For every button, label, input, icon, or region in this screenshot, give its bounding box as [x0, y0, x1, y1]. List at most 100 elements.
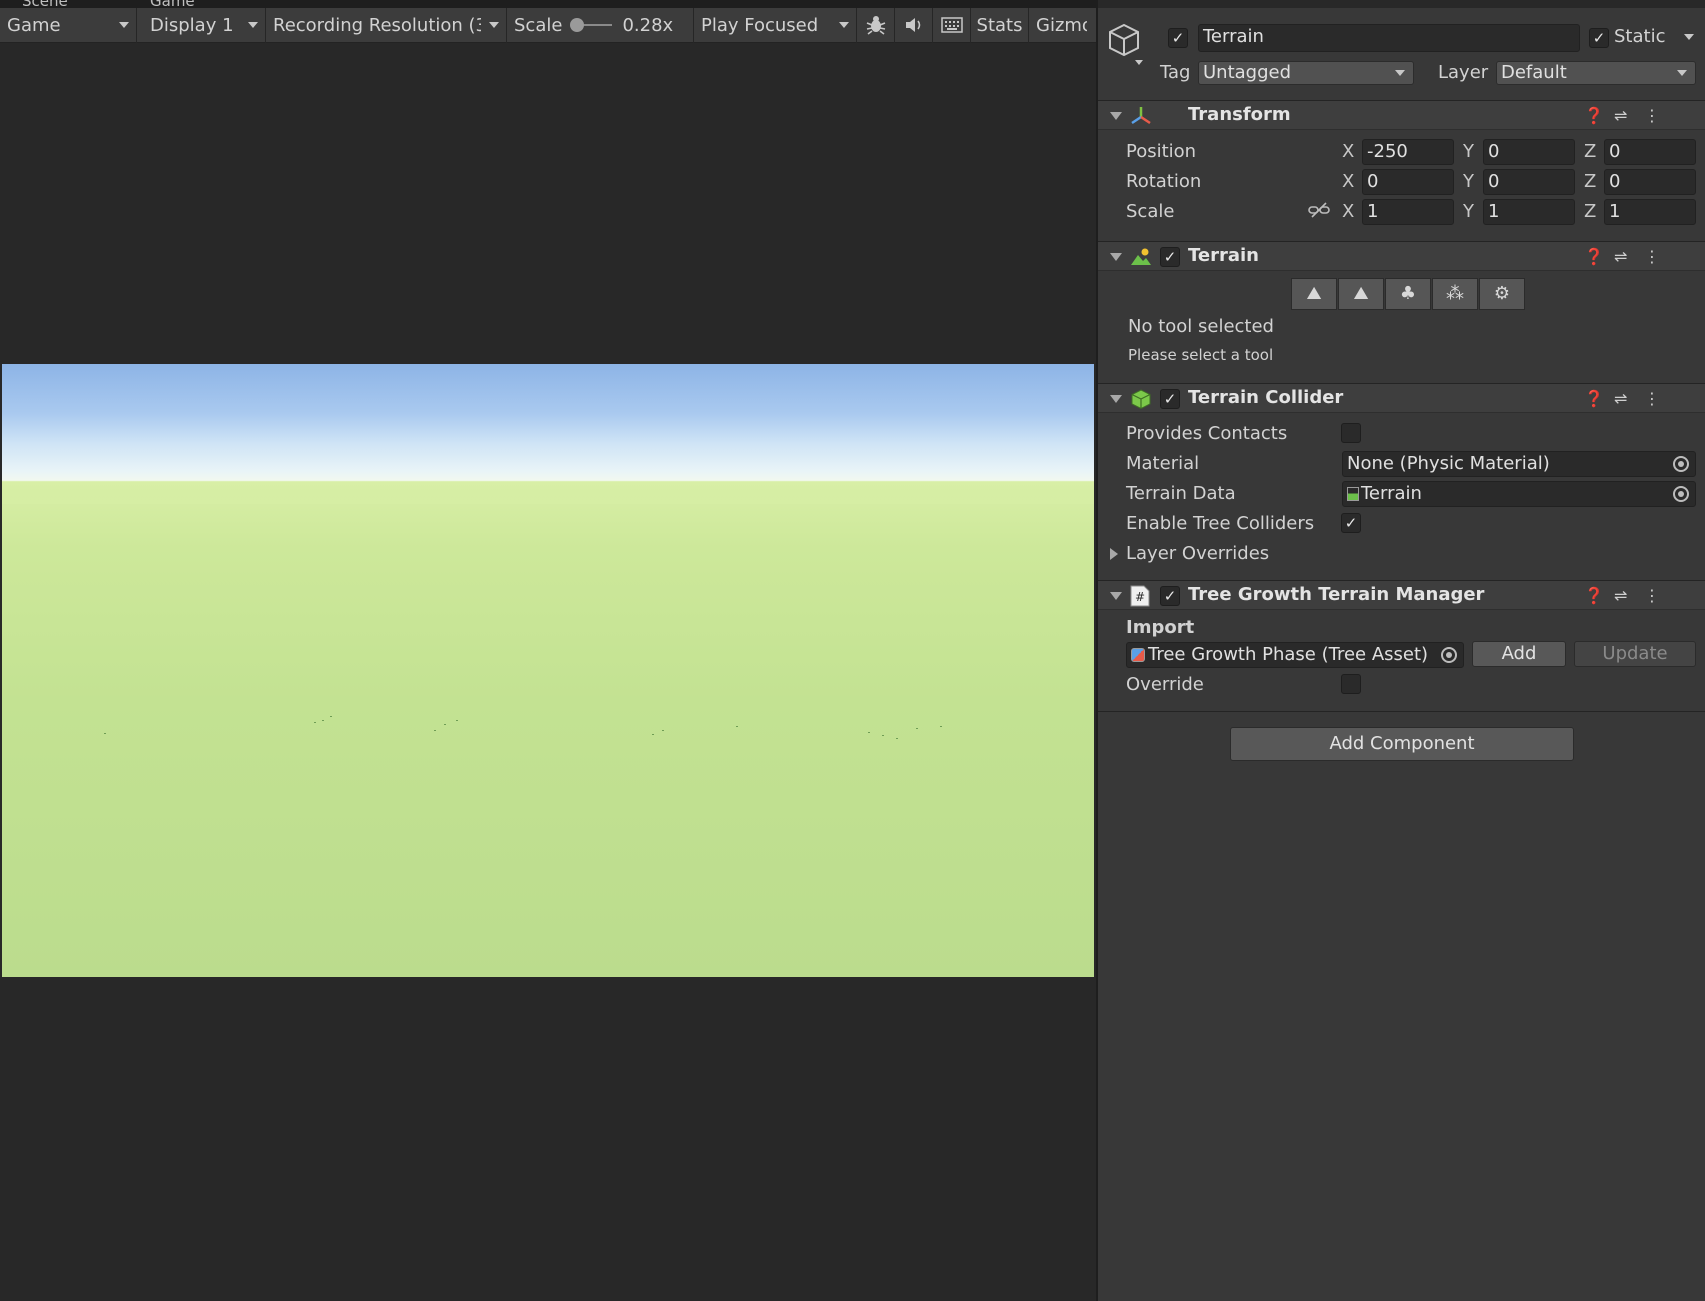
terrain-collider-enabled-checkbox[interactable]: ✓: [1160, 389, 1180, 409]
tree-asset-icon: [1131, 648, 1145, 662]
presets-icon[interactable]: ⇌: [1614, 585, 1627, 607]
position-x-field[interactable]: -250: [1362, 139, 1454, 165]
presets-icon[interactable]: ⇌: [1614, 388, 1627, 410]
position-label: Position: [1126, 141, 1197, 162]
scale-slider[interactable]: [570, 18, 613, 32]
gizmos-button[interactable]: Gizmo: [1029, 8, 1087, 43]
stats-button[interactable]: Stats: [971, 7, 1029, 43]
rotation-z-axis[interactable]: Z: [1584, 171, 1596, 192]
terrain-collider-title: Terrain Collider: [1188, 387, 1344, 408]
gameobject-active-checkbox[interactable]: ✓: [1168, 28, 1188, 48]
paint-details-tool-icon[interactable]: ⁂: [1432, 278, 1478, 310]
rotation-y-field[interactable]: 0: [1483, 169, 1575, 195]
scale-z-field[interactable]: 1: [1604, 199, 1696, 225]
help-icon[interactable]: ❓: [1584, 388, 1604, 410]
update-tree-asset-button[interactable]: Update: [1574, 641, 1696, 667]
rotation-x-axis[interactable]: X: [1342, 171, 1354, 192]
position-x-axis[interactable]: X: [1342, 141, 1354, 162]
foldout-arrow-icon[interactable]: [1110, 592, 1122, 600]
more-options-icon[interactable]: ⋮: [1644, 105, 1660, 127]
override-label: Override: [1126, 674, 1204, 695]
gameobject-name-field[interactable]: Terrain: [1198, 24, 1580, 52]
rotation-y-axis[interactable]: Y: [1463, 171, 1474, 192]
resolution-dropdown[interactable]: Recording Resolution (3&: [266, 7, 507, 43]
game-viewport[interactable]: [2, 364, 1094, 977]
scale-slider-knob[interactable]: [570, 18, 585, 32]
help-icon[interactable]: ❓: [1584, 585, 1604, 607]
terrain-component-icon: [1130, 247, 1152, 272]
override-checkbox[interactable]: [1341, 674, 1361, 694]
object-picker-icon[interactable]: [1673, 486, 1689, 502]
terrain-detail: [916, 728, 918, 729]
play-mode-dropdown[interactable]: Play Focused: [694, 7, 857, 43]
tag-dropdown[interactable]: Untagged: [1198, 61, 1414, 85]
static-dropdown-caret-icon[interactable]: [1684, 34, 1694, 40]
stats-label: Stats: [976, 14, 1023, 36]
position-y-field[interactable]: 0: [1483, 139, 1575, 165]
foldout-arrow-icon[interactable]: [1110, 548, 1118, 560]
more-options-icon[interactable]: ⋮: [1644, 585, 1660, 607]
create-neighbor-terrains-tool-icon[interactable]: ⛰: [1291, 278, 1337, 310]
foldout-arrow-icon[interactable]: [1110, 112, 1122, 120]
layer-dropdown[interactable]: Default: [1496, 61, 1696, 85]
layer-overrides-foldout[interactable]: Layer Overrides: [1126, 543, 1269, 564]
chevron-down-icon: [1395, 70, 1405, 76]
presets-icon[interactable]: ⇌: [1614, 246, 1627, 268]
foldout-arrow-icon[interactable]: [1110, 395, 1122, 403]
terrain-component-header[interactable]: ✓ Terrain ❓ ⇌ ⋮: [1098, 241, 1705, 271]
scale-value: 0.28x: [622, 14, 674, 36]
help-icon[interactable]: ❓: [1584, 105, 1604, 127]
foldout-arrow-icon[interactable]: [1110, 253, 1122, 261]
paint-trees-tool-icon[interactable]: ♣: [1385, 278, 1431, 310]
audio-mute-icon[interactable]: [895, 7, 933, 43]
constrain-proportions-link-icon[interactable]: [1308, 201, 1330, 224]
add-component-button[interactable]: Add Component: [1230, 727, 1574, 761]
tree-asset-object-field[interactable]: Tree Growth Phase (Tree Asset): [1126, 642, 1464, 668]
game-mode-dropdown[interactable]: Game: [0, 7, 137, 43]
rotation-z-field[interactable]: 0: [1604, 169, 1696, 195]
tree-growth-manager-component-header[interactable]: # ✓ Tree Growth Terrain Manager ❓ ⇌ ⋮: [1098, 580, 1705, 610]
add-tree-asset-button[interactable]: Add: [1472, 641, 1566, 667]
position-z-field[interactable]: 0: [1604, 139, 1696, 165]
transform-title: Transform: [1188, 104, 1291, 125]
object-picker-icon[interactable]: [1673, 456, 1689, 472]
position-y-axis[interactable]: Y: [1463, 141, 1474, 162]
terrain-data-value: Terrain: [1361, 483, 1422, 504]
scale-y-axis[interactable]: Y: [1463, 201, 1474, 222]
transform-component-header[interactable]: Transform ❓ ⇌ ⋮: [1098, 100, 1705, 130]
tree-growth-manager-enabled-checkbox[interactable]: ✓: [1160, 586, 1180, 606]
more-options-icon[interactable]: ⋮: [1644, 388, 1660, 410]
game-mode-label: Game: [7, 14, 61, 36]
debug-bug-icon[interactable]: [857, 7, 895, 43]
more-options-icon[interactable]: ⋮: [1644, 246, 1660, 268]
terrain-settings-tool-icon[interactable]: ⚙: [1479, 278, 1525, 310]
presets-icon[interactable]: ⇌: [1614, 105, 1627, 127]
keyboard-shortcuts-icon[interactable]: [933, 7, 971, 43]
object-picker-icon[interactable]: [1441, 647, 1457, 663]
material-object-field[interactable]: None (Physic Material): [1342, 451, 1696, 477]
paint-terrain-tool-icon[interactable]: ⛰: [1338, 278, 1384, 310]
scale-y-field[interactable]: 1: [1483, 199, 1575, 225]
material-label: Material: [1126, 453, 1200, 474]
help-icon[interactable]: ❓: [1584, 246, 1604, 268]
chevron-down-icon: [489, 22, 499, 28]
scale-x-axis[interactable]: X: [1342, 201, 1354, 222]
enable-tree-colliders-checkbox[interactable]: ✓: [1341, 513, 1361, 533]
terrain-data-object-field[interactable]: Terrain: [1342, 481, 1696, 507]
terrain-detail: [662, 730, 664, 731]
no-tool-selected-text: No tool selected: [1128, 316, 1274, 337]
position-z-axis[interactable]: Z: [1584, 141, 1596, 162]
scale-x-field[interactable]: 1: [1362, 199, 1454, 225]
terrain-collider-component-header[interactable]: ✓ Terrain Collider ❓ ⇌ ⋮: [1098, 383, 1705, 413]
provides-contacts-checkbox[interactable]: [1341, 423, 1361, 443]
static-checkbox[interactable]: ✓: [1589, 28, 1609, 48]
display-dropdown[interactable]: Display 1: [137, 7, 266, 43]
gameobject-cube-icon[interactable]: [1108, 22, 1144, 71]
scale-slider-group[interactable]: Scale 0.28x: [507, 7, 694, 43]
terrain-detail: [456, 720, 458, 721]
provides-contacts-label: Provides Contacts: [1126, 423, 1288, 444]
terrain-enabled-checkbox[interactable]: ✓: [1160, 247, 1180, 267]
script-icon: #: [1130, 585, 1150, 612]
rotation-x-field[interactable]: 0: [1362, 169, 1454, 195]
scale-z-axis[interactable]: Z: [1584, 201, 1596, 222]
